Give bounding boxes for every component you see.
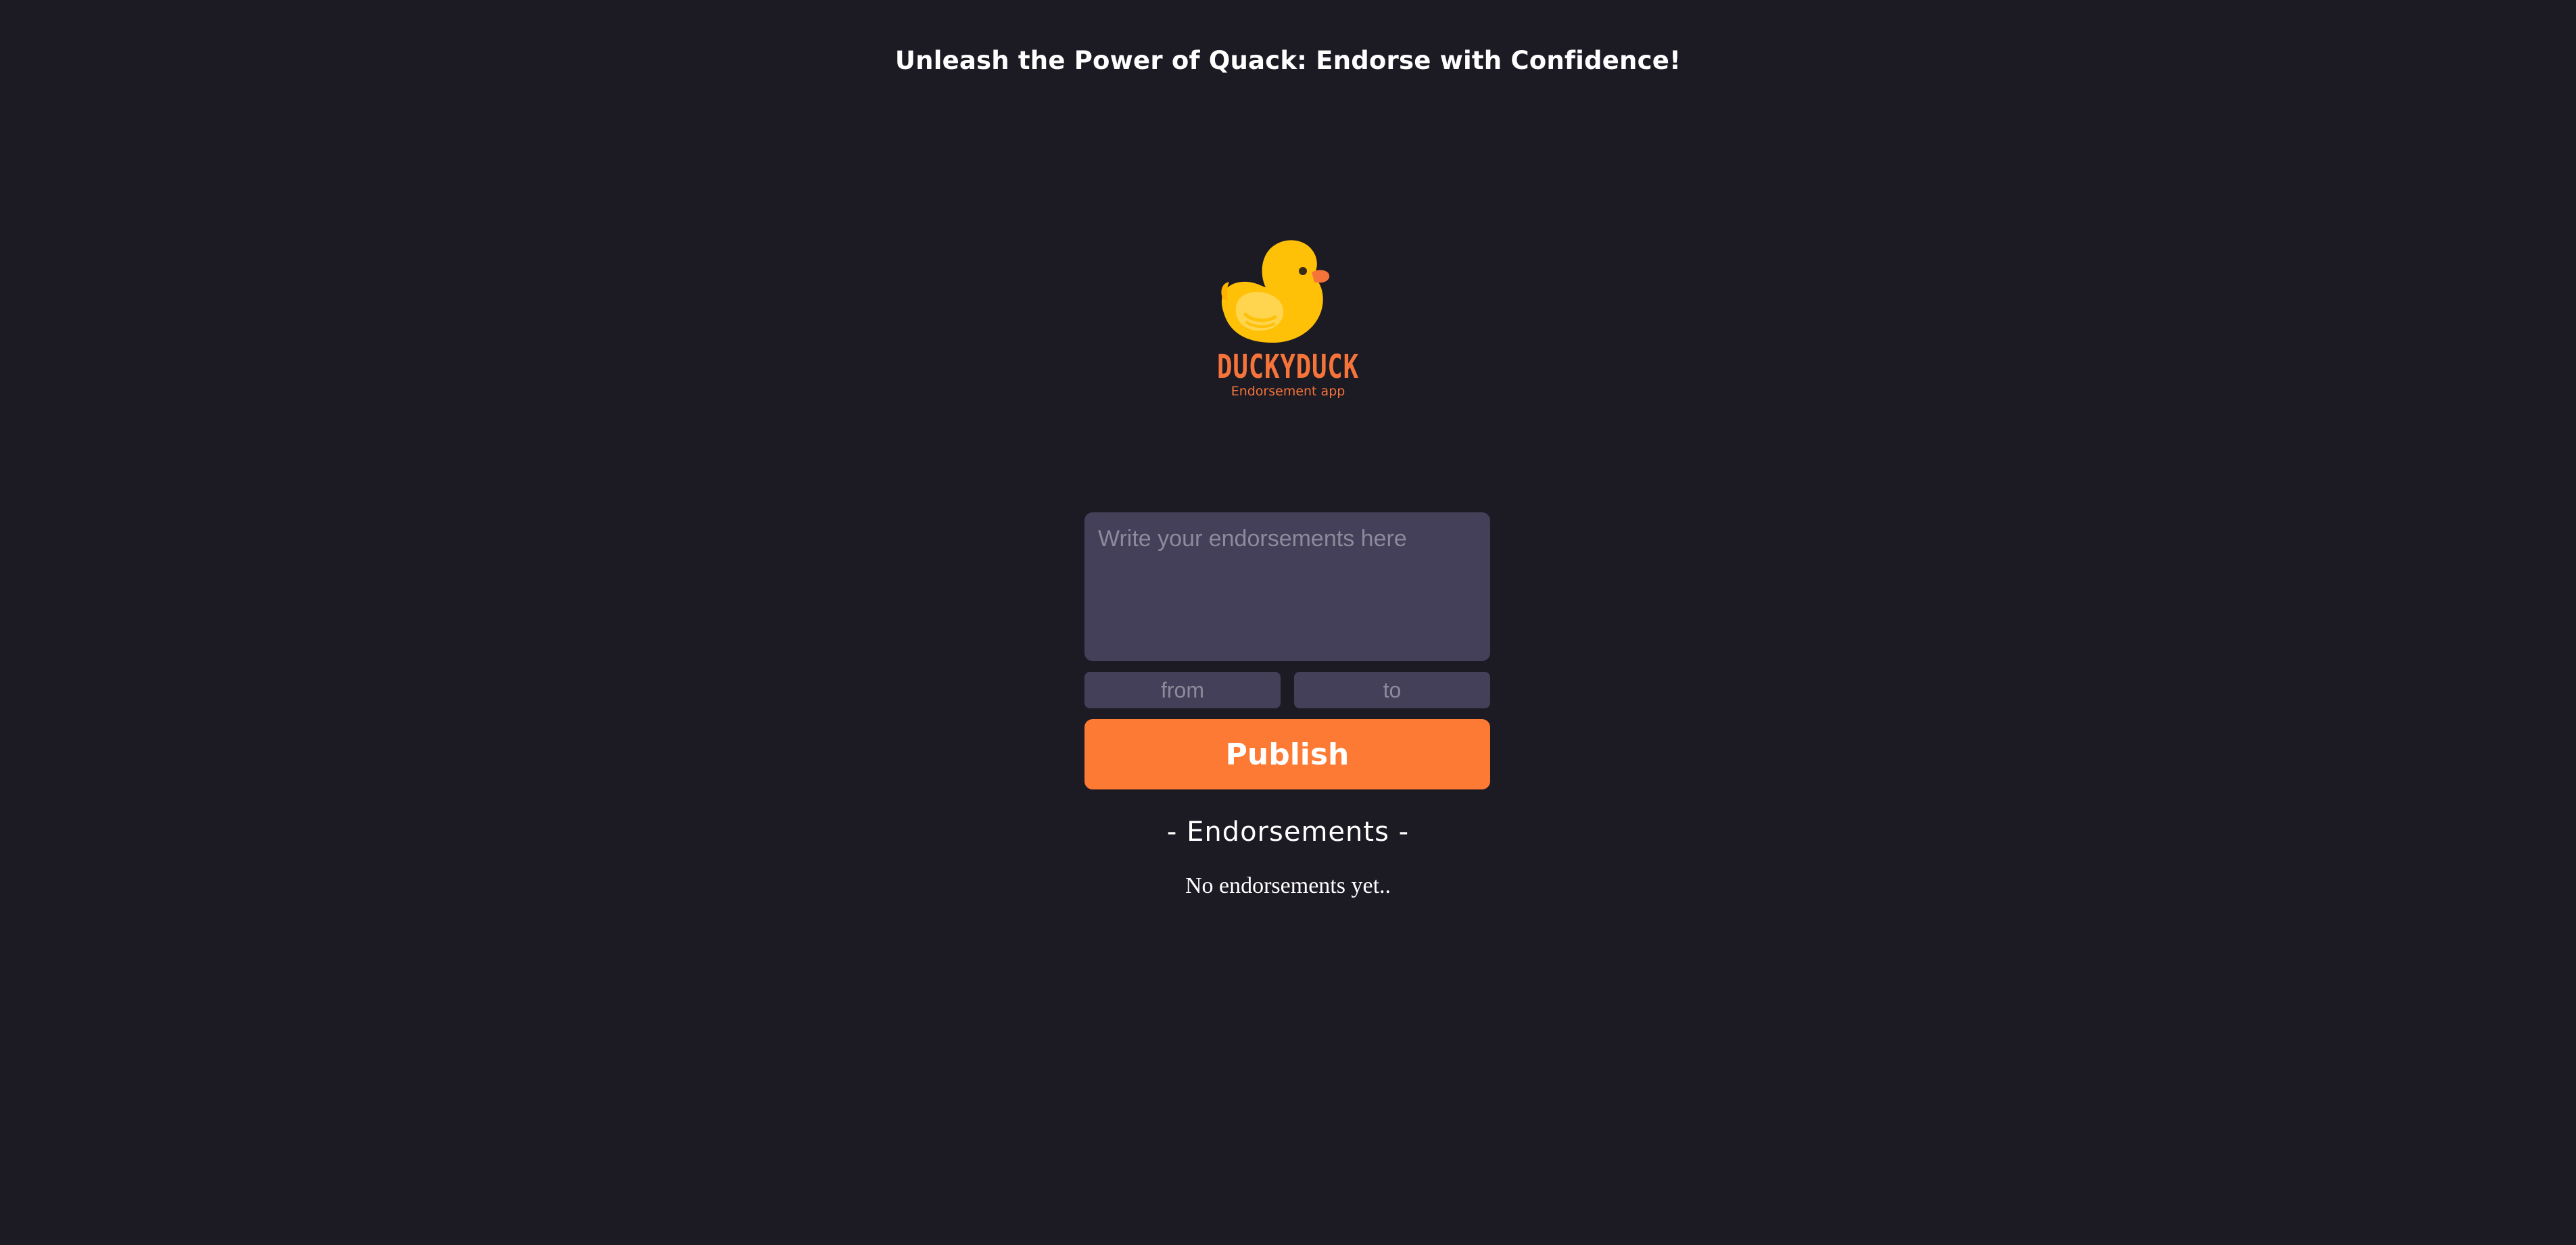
- page-headline: Unleash the Power of Quack: Endorse with…: [895, 46, 1681, 75]
- endorsement-textarea[interactable]: [1084, 512, 1490, 661]
- logo-subtitle: Endorsement app: [1231, 384, 1345, 399]
- endorsement-form: Publish: [1084, 512, 1490, 789]
- rubber-duck-icon: [1221, 240, 1330, 343]
- to-input[interactable]: [1294, 672, 1490, 708]
- logo-title: DUCKYDUCK: [1217, 348, 1359, 386]
- empty-endorsements-message: No endorsements yet..: [1185, 873, 1391, 898]
- from-input[interactable]: [1084, 672, 1281, 708]
- publish-button[interactable]: Publish: [1084, 719, 1490, 789]
- app-logo: DUCKYDUCK Endorsement app: [1197, 233, 1379, 402]
- endorsements-heading: - Endorsements -: [1166, 816, 1410, 848]
- from-to-row: [1084, 672, 1490, 708]
- page: Unleash the Power of Quack: Endorse with…: [0, 0, 2576, 1245]
